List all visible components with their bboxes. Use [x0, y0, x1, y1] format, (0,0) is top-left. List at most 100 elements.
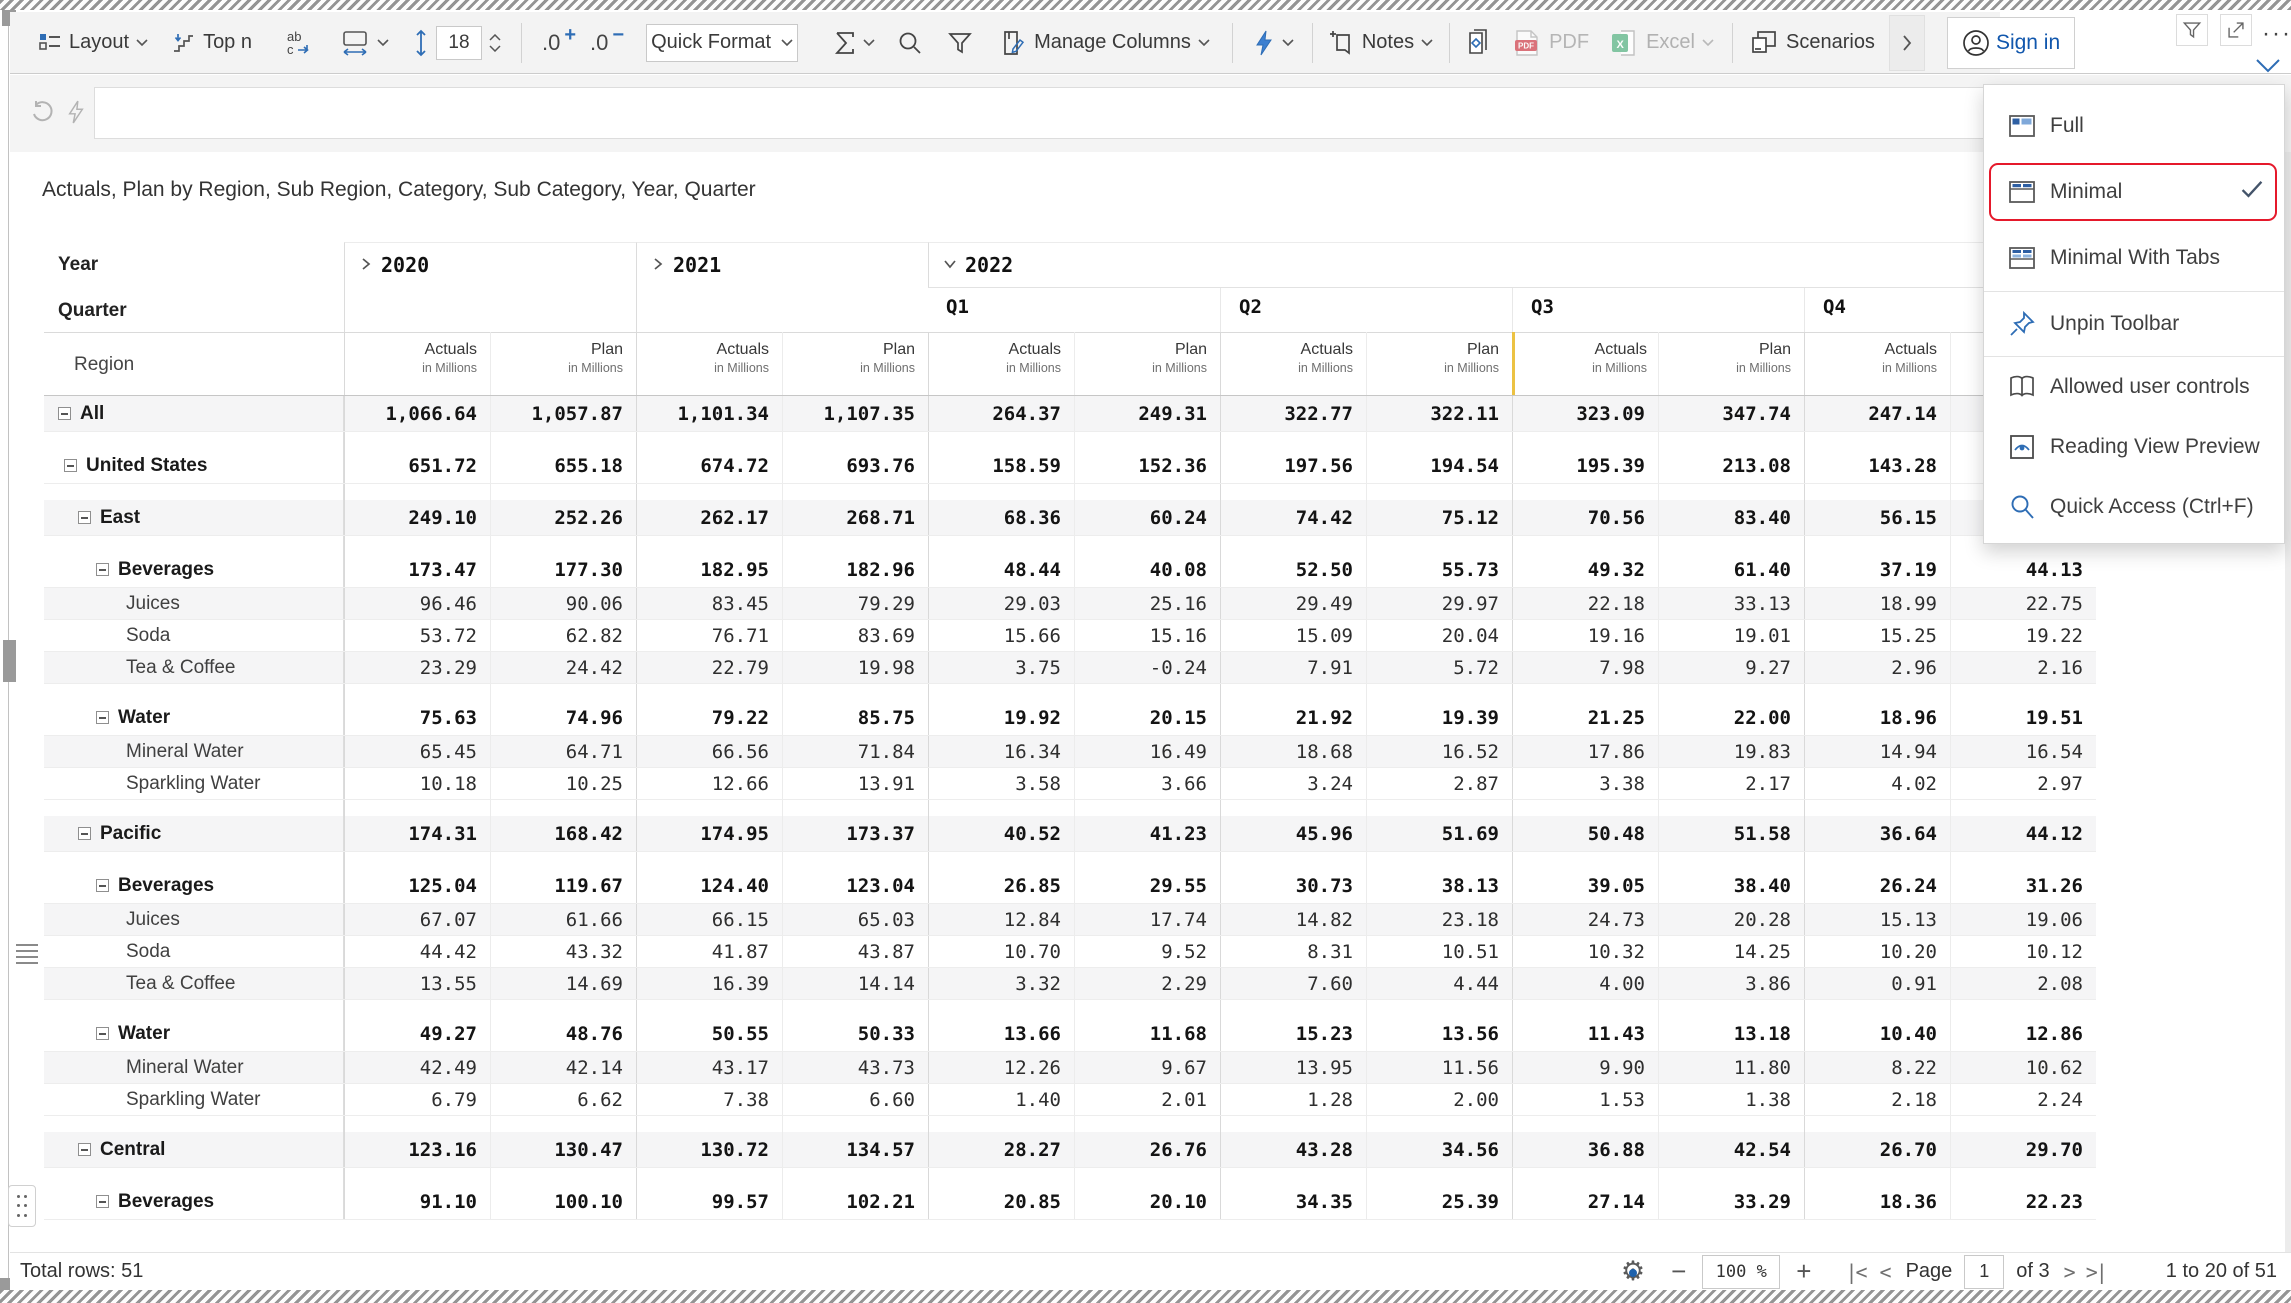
value-cell[interactable]: 67.07 [344, 904, 490, 935]
row-header-cell[interactable]: Soda [44, 936, 344, 967]
value-cell[interactable]: 130.72 [636, 1132, 782, 1167]
value-cell[interactable]: 43.17 [636, 1052, 782, 1083]
value-cell[interactable]: 14.14 [782, 968, 928, 999]
value-cell[interactable]: 125.04 [344, 868, 490, 903]
value-cell[interactable]: 13.56 [1366, 1016, 1512, 1051]
value-cell[interactable]: 79.29 [782, 588, 928, 619]
value-cell[interactable]: 96.46 [344, 588, 490, 619]
value-cell[interactable]: 15.66 [928, 620, 1074, 651]
sign-in-button[interactable]: Sign in [1947, 17, 2075, 69]
value-cell[interactable]: 41.23 [1074, 816, 1220, 851]
value-cell[interactable]: 322.77 [1220, 396, 1366, 431]
value-cell[interactable]: 15.13 [1804, 904, 1950, 935]
aggregation-dropdown[interactable] [834, 30, 875, 56]
value-cell[interactable]: 123.16 [344, 1132, 490, 1167]
value-cell[interactable]: 674.72 [636, 448, 782, 483]
value-cell[interactable]: 24.73 [1512, 904, 1658, 935]
selection-handle-left[interactable] [3, 640, 16, 682]
value-cell[interactable]: 10.12 [1950, 936, 2096, 967]
value-cell[interactable]: 62.82 [490, 620, 636, 651]
value-cell[interactable]: 10.51 [1366, 936, 1512, 967]
row-header-cell[interactable]: United States [44, 448, 344, 483]
value-cell[interactable]: 7.60 [1220, 968, 1366, 999]
value-cell[interactable]: 43.32 [490, 936, 636, 967]
value-cell[interactable]: -0.24 [1074, 652, 1220, 683]
value-cell[interactable] [1512, 852, 1658, 868]
value-cell[interactable]: 31.26 [1950, 868, 2096, 903]
measure-header-5[interactable]: Planin Millions [1074, 332, 1220, 396]
value-cell[interactable] [1220, 1168, 1366, 1184]
value-cell[interactable]: 65.03 [782, 904, 928, 935]
value-cell[interactable]: 18.96 [1804, 700, 1950, 735]
value-cell[interactable]: 323.09 [1512, 396, 1658, 431]
value-cell[interactable] [782, 432, 928, 448]
value-cell[interactable]: 102.21 [782, 1184, 928, 1219]
value-cell[interactable]: 16.34 [928, 736, 1074, 767]
value-cell[interactable]: 20.85 [928, 1184, 1074, 1219]
value-cell[interactable] [1512, 1000, 1658, 1016]
value-cell[interactable]: 13.18 [1658, 1016, 1804, 1051]
settings-gear-icon[interactable]: ⚙ [1621, 1258, 1645, 1285]
value-cell[interactable] [782, 1116, 928, 1132]
value-cell[interactable] [490, 684, 636, 700]
value-cell[interactable] [636, 1168, 782, 1184]
collapse-toggle-icon[interactable] [78, 1143, 91, 1156]
value-cell[interactable] [1658, 852, 1804, 868]
value-cell[interactable]: 1,101.34 [636, 396, 782, 431]
value-cell[interactable]: 65.45 [344, 736, 490, 767]
value-cell[interactable]: 75.63 [344, 700, 490, 735]
row-header-cell[interactable]: Soda [44, 620, 344, 651]
value-cell[interactable] [344, 852, 490, 868]
value-cell[interactable]: 20.04 [1366, 620, 1512, 651]
value-cell[interactable]: 20.28 [1658, 904, 1804, 935]
value-cell[interactable] [636, 1116, 782, 1132]
value-cell[interactable]: 41.87 [636, 936, 782, 967]
value-cell[interactable]: 49.27 [344, 1016, 490, 1051]
value-cell[interactable]: 37.19 [1804, 552, 1950, 587]
value-cell[interactable]: 9.67 [1074, 1052, 1220, 1083]
value-cell[interactable] [1220, 536, 1366, 552]
value-cell[interactable] [344, 684, 490, 700]
menu-item-allowed-user-controls[interactable]: Allowed user controls [1984, 357, 2284, 417]
value-cell[interactable]: 10.20 [1804, 936, 1950, 967]
value-cell[interactable] [1074, 684, 1220, 700]
value-cell[interactable]: 152.36 [1074, 448, 1220, 483]
value-cell[interactable]: 14.94 [1804, 736, 1950, 767]
value-cell[interactable]: 12.84 [928, 904, 1074, 935]
search-button[interactable] [897, 30, 923, 56]
value-cell[interactable] [1512, 1116, 1658, 1132]
value-cell[interactable]: 1.28 [1220, 1084, 1366, 1115]
collapse-toggle-icon[interactable] [96, 563, 109, 576]
row-header-cell[interactable]: Mineral Water [44, 736, 344, 767]
value-cell[interactable]: 6.79 [344, 1084, 490, 1115]
row-header-cell[interactable]: Tea & Coffee [44, 652, 344, 683]
value-cell[interactable]: 13.91 [782, 768, 928, 799]
value-cell[interactable]: 194.54 [1366, 448, 1512, 483]
value-cell[interactable]: 60.24 [1074, 500, 1220, 535]
quarter-header-Q3[interactable]: Q3 [1512, 288, 1804, 332]
value-cell[interactable]: 182.96 [782, 552, 928, 587]
next-page-button[interactable]: > [2064, 1260, 2074, 1284]
value-cell[interactable] [636, 684, 782, 700]
export-excel-dropdown[interactable]: X Excel [1609, 27, 1714, 59]
value-cell[interactable] [1074, 536, 1220, 552]
value-cell[interactable] [490, 1000, 636, 1016]
value-cell[interactable] [1950, 1000, 2096, 1016]
value-cell[interactable]: 6.60 [782, 1084, 928, 1115]
fullscreen-button[interactable] [2220, 14, 2252, 46]
value-cell[interactable]: 74.96 [490, 700, 636, 735]
value-cell[interactable] [1658, 684, 1804, 700]
value-cell[interactable]: 7.38 [636, 1084, 782, 1115]
year-header-2021[interactable]: 2021 [636, 242, 928, 332]
value-cell[interactable] [1950, 800, 2096, 816]
zoom-out-button[interactable]: − [1671, 1256, 1686, 1287]
value-cell[interactable]: 8.22 [1804, 1052, 1950, 1083]
measure-header-10[interactable]: Actualsin Millions [1804, 332, 1950, 396]
value-cell[interactable] [928, 852, 1074, 868]
value-cell[interactable]: 12.26 [928, 1052, 1074, 1083]
value-cell[interactable]: 19.16 [1512, 620, 1658, 651]
value-cell[interactable]: 43.28 [1220, 1132, 1366, 1167]
chevron-up-icon[interactable] [489, 34, 501, 41]
value-cell[interactable]: 16.49 [1074, 736, 1220, 767]
row-header-cell[interactable]: Tea & Coffee [44, 968, 344, 999]
